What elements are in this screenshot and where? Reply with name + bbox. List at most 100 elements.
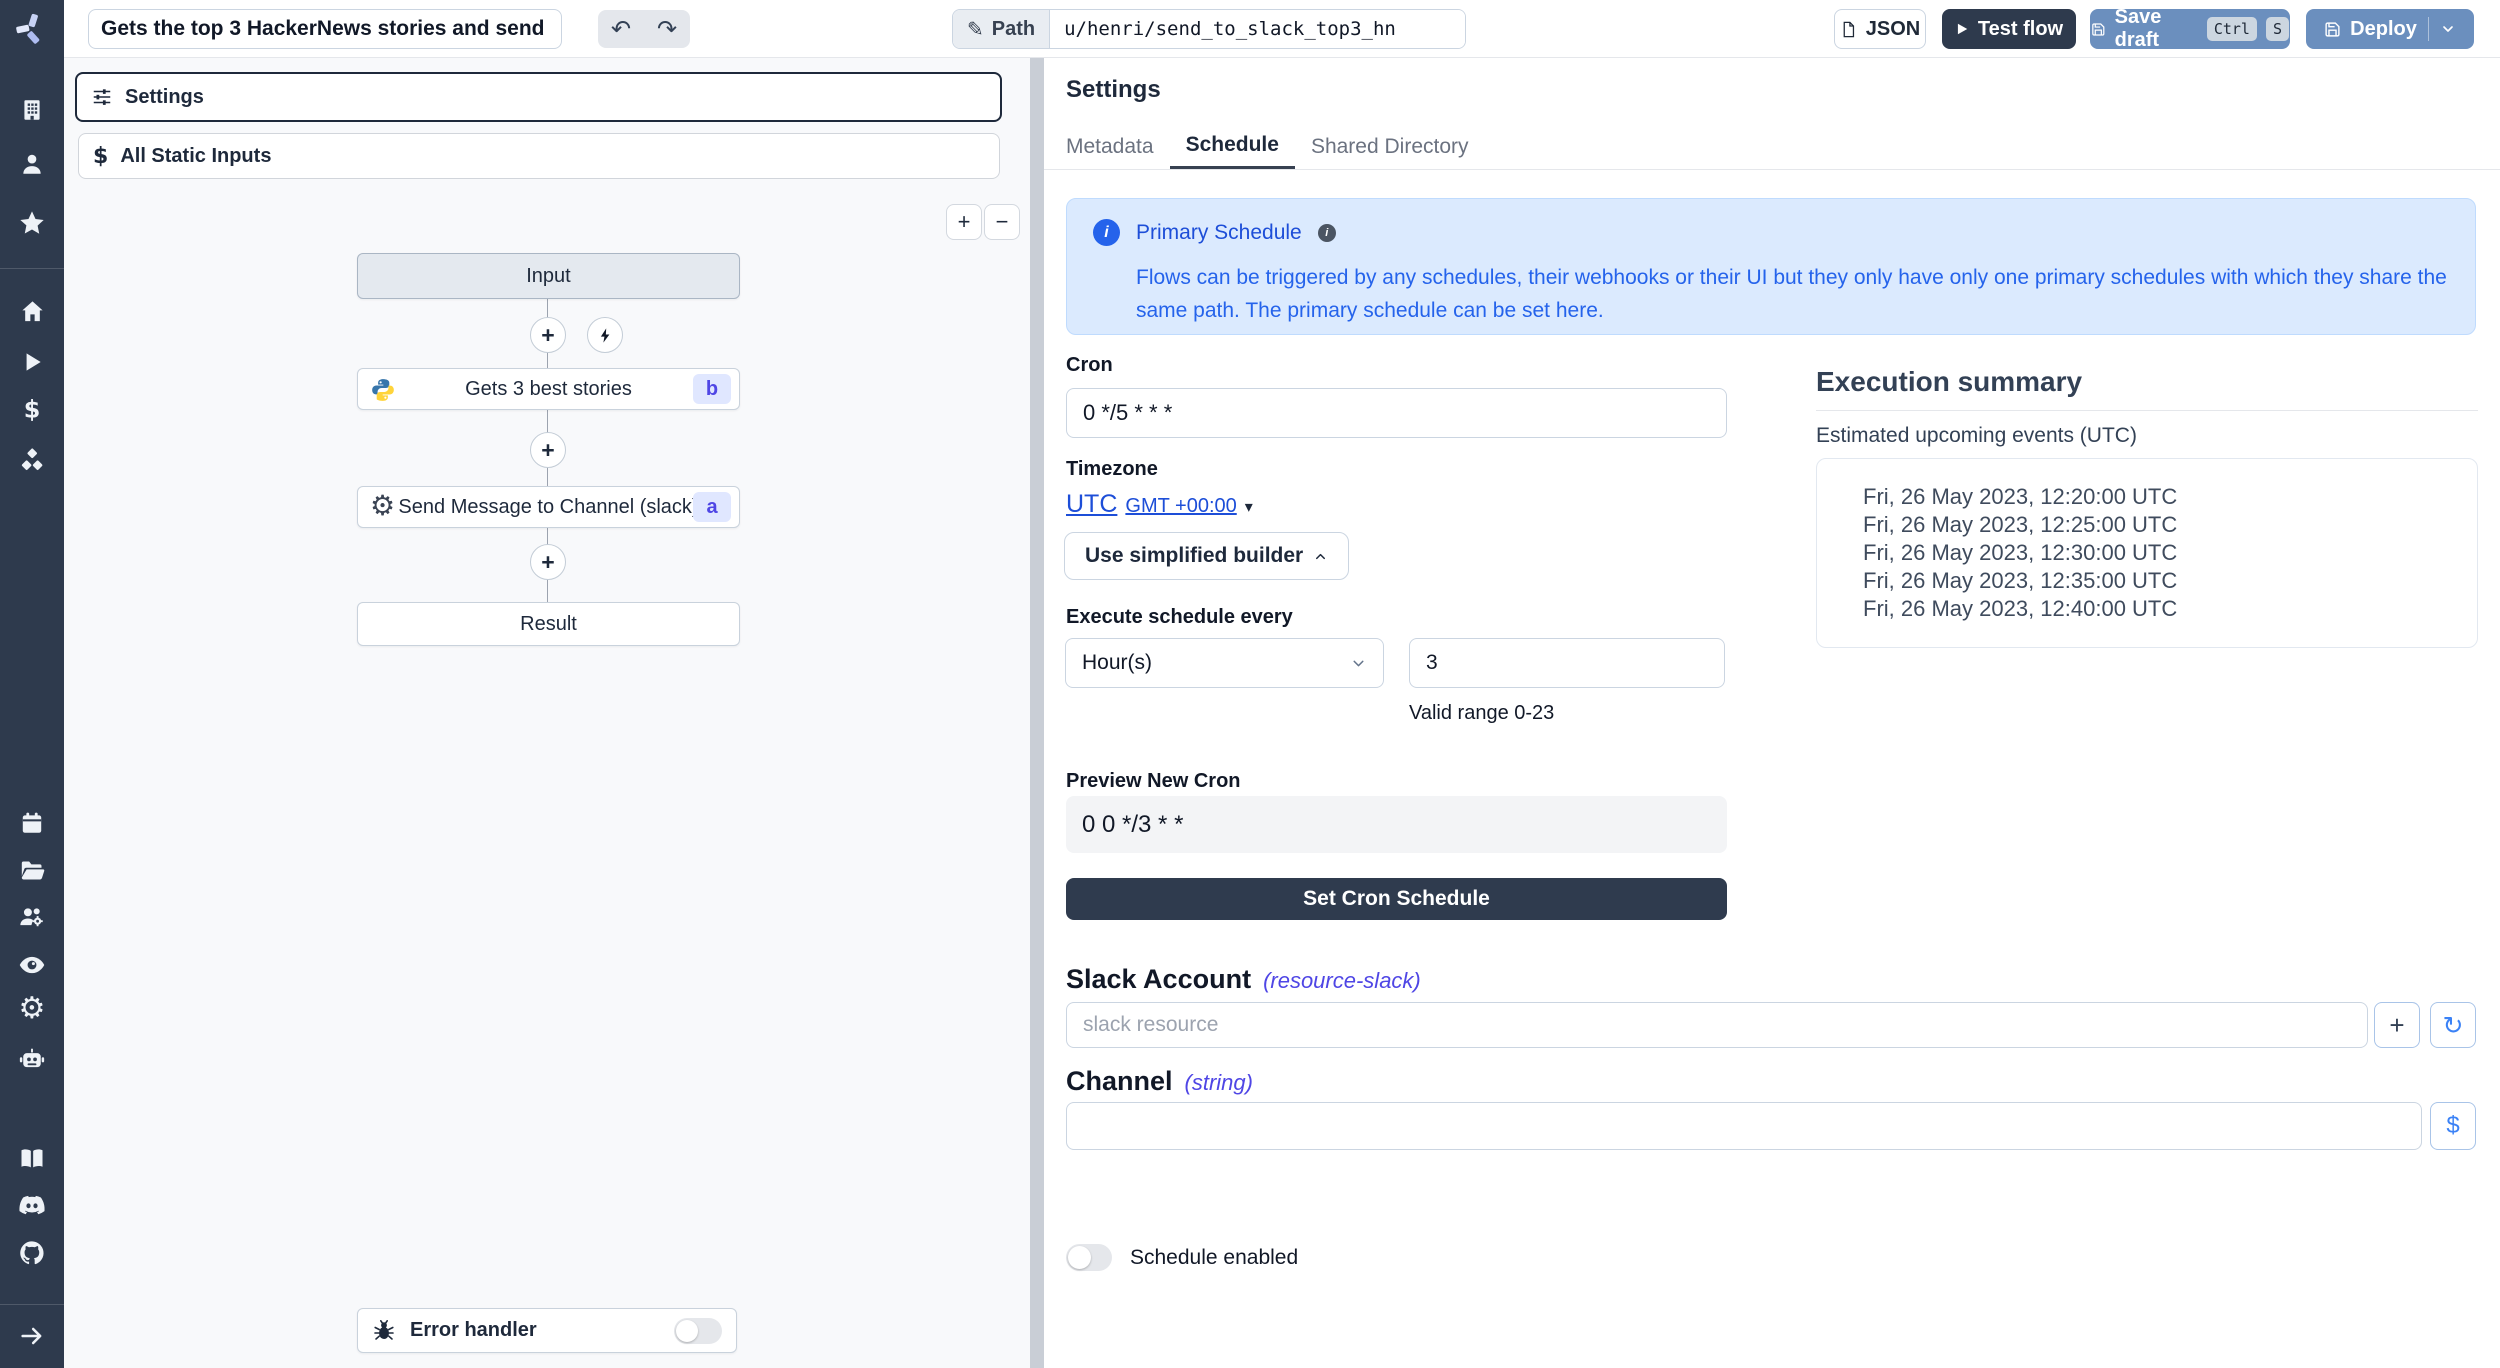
runs-play-icon[interactable] (0, 345, 64, 379)
channel-input[interactable] (1066, 1102, 2422, 1150)
schedules-calendar-icon[interactable] (0, 806, 64, 840)
tab-schedule[interactable]: Schedule (1170, 124, 1295, 169)
info-title: Primary Schedule (1136, 221, 1302, 245)
user-icon[interactable] (0, 147, 64, 181)
flow-settings-button[interactable]: Settings (75, 72, 1002, 122)
undo-icon[interactable]: ↶ (611, 15, 631, 43)
interval-value-input[interactable] (1409, 638, 1725, 688)
event-row: Fri, 26 May 2023, 12:20:00 UTC (1863, 483, 2477, 511)
add-step-button[interactable]: + (530, 317, 566, 353)
settings-panel: Settings Metadata Schedule Shared Direct… (1044, 58, 2500, 1368)
home-icon[interactable] (0, 294, 64, 328)
summary-divider (1816, 410, 2478, 411)
cron-label: Cron (1066, 354, 1113, 377)
flow-node-step-b[interactable]: Gets 3 best stories b (357, 368, 740, 410)
error-handler-toggle[interactable] (674, 1318, 722, 1344)
play-icon (1955, 22, 1969, 36)
valid-range-hint: Valid range 0-23 (1409, 702, 1554, 725)
insert-variable-button[interactable]: $ (2430, 1102, 2476, 1150)
deploy-button[interactable]: Deploy (2306, 9, 2474, 49)
github-icon[interactable] (0, 1236, 64, 1270)
audit-eye-icon[interactable] (0, 948, 64, 982)
slack-resource-input[interactable] (1066, 1002, 2368, 1048)
error-handler-node[interactable]: Error handler (357, 1308, 737, 1353)
workers-robot-icon[interactable] (0, 1042, 64, 1076)
execute-every-label: Execute schedule every (1066, 606, 1293, 629)
schedule-enabled-toggle[interactable] (1066, 1244, 1112, 1271)
redo-icon[interactable]: ↷ (657, 15, 677, 43)
json-button[interactable]: JSON (1834, 9, 1926, 49)
groups-icon[interactable] (0, 900, 64, 934)
discord-icon[interactable] (0, 1188, 64, 1222)
kbd-ctrl: Ctrl (2207, 17, 2257, 41)
lightning-icon (597, 327, 614, 344)
slack-account-type: (resource-slack) (1263, 968, 1421, 994)
path-input[interactable] (1050, 10, 1465, 48)
flow-scrollbar[interactable] (1030, 58, 1044, 1368)
execution-summary-title: Execution summary (1816, 366, 2082, 398)
settings-tabs: Metadata Schedule Shared Directory (1044, 124, 2500, 170)
python-icon (370, 377, 396, 403)
slack-account-label: Slack Account (1066, 964, 1251, 995)
test-flow-button[interactable]: Test flow (1942, 9, 2076, 49)
cron-input[interactable] (1066, 388, 1727, 438)
deploy-divider (2428, 17, 2429, 41)
flow-node-input[interactable]: Input (357, 253, 740, 299)
folders-icon[interactable] (0, 853, 64, 887)
save-draft-button[interactable]: Save draft Ctrl S (2090, 9, 2290, 49)
save-icon (2091, 21, 2106, 38)
svg-text:$: $ (24, 397, 41, 423)
refresh-resource-button[interactable]: ↻ (2430, 1002, 2476, 1048)
set-cron-schedule-button[interactable]: Set Cron Schedule (1066, 878, 1727, 920)
flow-node-step-a[interactable]: ⚙ Send Message to Channel (slack) a (357, 486, 740, 528)
workspace-icon[interactable] (0, 93, 64, 127)
bug-icon (372, 1319, 396, 1343)
preview-cron-label: Preview New Cron (1066, 770, 1241, 793)
gear-icon: ⚙ (370, 489, 395, 522)
path-chip[interactable]: ✎ Path (953, 10, 1050, 48)
chevron-down-icon[interactable] (2440, 21, 2456, 37)
info-small-icon[interactable]: i (1318, 224, 1336, 242)
add-step-button[interactable]: + (530, 544, 566, 580)
sidebar-divider (0, 268, 64, 269)
channel-type: (string) (1185, 1070, 1253, 1096)
favorites-star-icon[interactable] (0, 206, 64, 240)
history-controls: ↶ ↷ (598, 10, 690, 48)
caret-down-icon: ▾ (1245, 497, 1253, 516)
static-inputs-button[interactable]: $ All Static Inputs (78, 133, 1000, 179)
refresh-icon: ↻ (2443, 1011, 2464, 1040)
flow-node-result[interactable]: Result (357, 602, 740, 646)
step-badge-b: b (693, 374, 731, 404)
settings-gear-icon[interactable]: ⚙ (0, 992, 64, 1026)
variables-dollar-icon[interactable]: $ (0, 393, 64, 427)
panel-title: Settings (1066, 76, 1161, 104)
save-icon (2324, 21, 2341, 38)
add-resource-button[interactable]: + (2374, 1002, 2420, 1048)
pencil-icon: ✎ (967, 17, 984, 41)
event-row: Fri, 26 May 2023, 12:25:00 UTC (1863, 511, 2477, 539)
path-label: Path (992, 18, 1035, 41)
dollar-icon: $ (2446, 1112, 2459, 1140)
docs-book-icon[interactable] (0, 1142, 64, 1176)
flow-title-input[interactable] (88, 9, 562, 49)
resources-cubes-icon[interactable] (0, 444, 64, 478)
add-step-button[interactable]: + (530, 432, 566, 468)
tab-metadata[interactable]: Metadata (1050, 124, 1170, 169)
preview-cron-input (1066, 796, 1727, 853)
expand-arrow-icon[interactable] (0, 1319, 64, 1353)
dollar-icon: $ (93, 144, 108, 169)
trigger-bolt-button[interactable] (587, 317, 623, 353)
windmill-logo[interactable] (0, 12, 64, 46)
step-badge-a: a (693, 492, 731, 522)
simplified-builder-button[interactable]: Use simplified builder (1064, 532, 1349, 580)
tab-shared-directory[interactable]: Shared Directory (1295, 124, 1485, 169)
zoom-out-button[interactable]: − (984, 204, 1020, 240)
kbd-s: S (2266, 17, 2289, 41)
event-row: Fri, 26 May 2023, 12:40:00 UTC (1863, 595, 2477, 623)
primary-schedule-info: i Primary Schedule i Flows can be trigge… (1066, 198, 2476, 335)
zoom-in-button[interactable]: + (946, 204, 982, 240)
interval-unit-select[interactable]: Hour(s) (1065, 638, 1384, 688)
schedule-enabled-label: Schedule enabled (1130, 1246, 1298, 1270)
timezone-select[interactable]: UTC GMT +00:00 ▾ (1066, 490, 1253, 519)
flow-editor-panel: Settings $ All Static Inputs + − Input +… (64, 58, 1030, 1368)
